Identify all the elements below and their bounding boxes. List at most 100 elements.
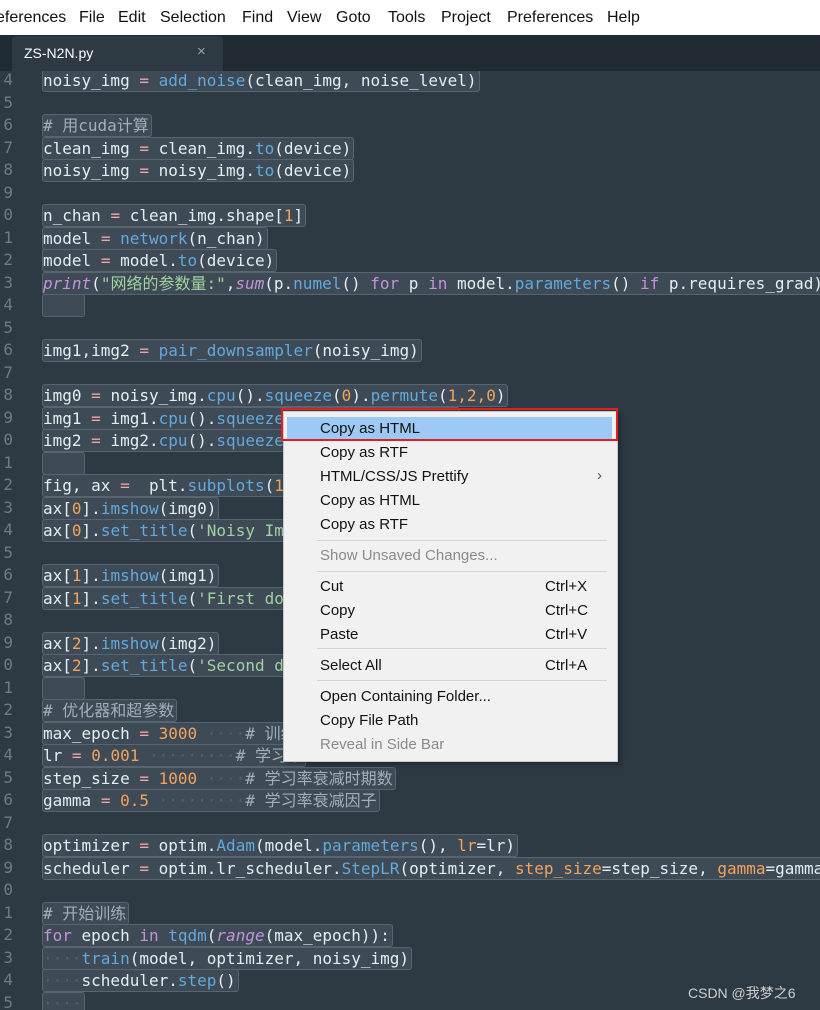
- tab-zs-n2n-py[interactable]: ZS-N2N.py ×: [12, 36, 223, 71]
- menu-item-copy-as-rtf[interactable]: Copy as RTF: [287, 441, 612, 465]
- code-token: 2: [71, 633, 82, 653]
- code-token: (img2): [158, 633, 217, 653]
- code-token: model.: [447, 273, 515, 293]
- code-token: (: [187, 656, 198, 675]
- code-token: # 开始训练: [43, 903, 127, 923]
- code-token: (: [187, 521, 198, 540]
- menu-goto[interactable]: Goto: [336, 9, 371, 27]
- code-token: 1: [71, 588, 82, 608]
- menu-item-label: HTML/CSS/JS Prettify: [320, 468, 469, 485]
- code-token: img0: [43, 386, 82, 405]
- code-token: ().: [187, 408, 217, 428]
- line-number: 9: [3, 182, 13, 202]
- code-token: step: [177, 971, 217, 990]
- menu-separator: [317, 680, 607, 681]
- code-token: imshow: [100, 633, 159, 653]
- code-token: ax[: [43, 521, 72, 540]
- code-token: in: [428, 273, 448, 293]
- code-token: imshow: [100, 566, 159, 585]
- code-token: ····: [43, 948, 82, 968]
- close-icon[interactable]: ×: [197, 43, 206, 60]
- menu-item-label: Select All: [320, 657, 382, 674]
- menu-item-copy-as-rtf[interactable]: Copy as RTF: [287, 513, 612, 537]
- code-token: noisy_img: [43, 161, 130, 180]
- line-number: 5: [3, 767, 13, 787]
- code-token: set_title: [100, 588, 188, 608]
- code-line: scheduler = optim.lr_scheduler.StepLR(op…: [42, 856, 820, 880]
- code-token: subplots: [187, 476, 265, 495]
- menu-item-select-all[interactable]: Select All Ctrl+A: [287, 654, 612, 678]
- menu-item-copy-file-path[interactable]: Copy File Path: [287, 709, 612, 733]
- code-token: clean_img.: [148, 138, 255, 158]
- code-token: train: [81, 948, 130, 968]
- code-token: ].: [81, 588, 101, 608]
- code-line: # 优化器和超参数: [42, 699, 178, 722]
- code-token: for: [370, 273, 400, 293]
- code-line: # 开始训练: [42, 901, 130, 925]
- menu-project[interactable]: Project: [441, 9, 491, 27]
- code-line: ax[2].imshow(img2): [42, 631, 220, 655]
- code-token: (): [216, 971, 236, 990]
- code-token: sum: [235, 273, 265, 293]
- code-line: ····scheduler.step(): [42, 969, 239, 992]
- code-token: ().: [187, 431, 217, 450]
- menu-item-label: Copy as RTF: [320, 516, 409, 533]
- menu-selection[interactable]: Selection: [160, 9, 226, 27]
- code-line: [42, 676, 85, 700]
- code-token: (optimizer,: [399, 858, 516, 878]
- line-number: 8: [3, 610, 13, 629]
- line-number: 4: [3, 295, 13, 314]
- code-token: n_chan: [43, 206, 101, 225]
- menu-tools[interactable]: Tools: [388, 9, 425, 27]
- menu-item-paste[interactable]: Paste Ctrl+V: [287, 623, 612, 647]
- chevron-right-icon: ›: [597, 467, 602, 484]
- menu-edit[interactable]: Edit: [118, 9, 146, 27]
- code-token: (: [91, 273, 101, 293]
- line-number: 9: [3, 632, 13, 652]
- code-token: img1: [43, 408, 82, 428]
- code-token: permute: [370, 386, 439, 405]
- menu-item-reveal-in-side-bar: Reveal in Side Bar: [287, 733, 612, 757]
- code-line: ····: [42, 991, 85, 1010]
- code-line: ax[0].set_title('Noisy Img'): [42, 519, 316, 542]
- code-token: =: [91, 408, 101, 428]
- code-token: (model, optimizer, noisy_img): [129, 948, 410, 968]
- menu-preferences[interactable]: Preferences: [507, 9, 593, 27]
- code-line: gamma = 0.5 ·········# 学习率衰减因子: [42, 789, 380, 812]
- code-token: plt.: [129, 476, 188, 495]
- menu-item-open-containing-folder[interactable]: Open Containing Folder...: [287, 685, 612, 709]
- code-token: (p.: [264, 273, 294, 293]
- menu-item-copy-as-html[interactable]: Copy as HTML: [287, 489, 612, 513]
- line-number: 5: [3, 992, 13, 1010]
- menu-item-shortcut: Ctrl+A: [545, 657, 588, 674]
- menu-help[interactable]: Help: [607, 9, 640, 27]
- code-token: gamma: [717, 858, 766, 878]
- code-token: =: [139, 71, 149, 90]
- code-line: noisy_img = add_noise(clean_img, noise_l…: [42, 71, 480, 92]
- code-token: cpu: [158, 431, 188, 450]
- code-line: [42, 451, 85, 475]
- code-token: 0.001: [91, 746, 140, 765]
- code-token: ····: [43, 993, 82, 1010]
- menu-view[interactable]: View: [287, 9, 321, 27]
- menu-item-html-css-js-prettify[interactable]: HTML/CSS/JS Prettify ›: [287, 465, 612, 489]
- code-token: clean_img.shape[: [120, 206, 284, 225]
- menu-preferences-partial[interactable]: eferences: [0, 9, 66, 27]
- menu-item-cut[interactable]: Cut Ctrl+X: [287, 575, 612, 599]
- context-menu: Copy as HTML Copy as RTF HTML/CSS/JS Prett…: [283, 411, 618, 762]
- code-token: =: [139, 161, 149, 180]
- line-number: 1: [3, 452, 13, 472]
- line-number: 6: [3, 340, 13, 359]
- menu-find[interactable]: Find: [242, 9, 273, 27]
- menu-file[interactable]: File: [79, 9, 105, 27]
- menu-item-copy[interactable]: Copy Ctrl+C: [287, 599, 612, 623]
- code-token: (: [264, 476, 275, 495]
